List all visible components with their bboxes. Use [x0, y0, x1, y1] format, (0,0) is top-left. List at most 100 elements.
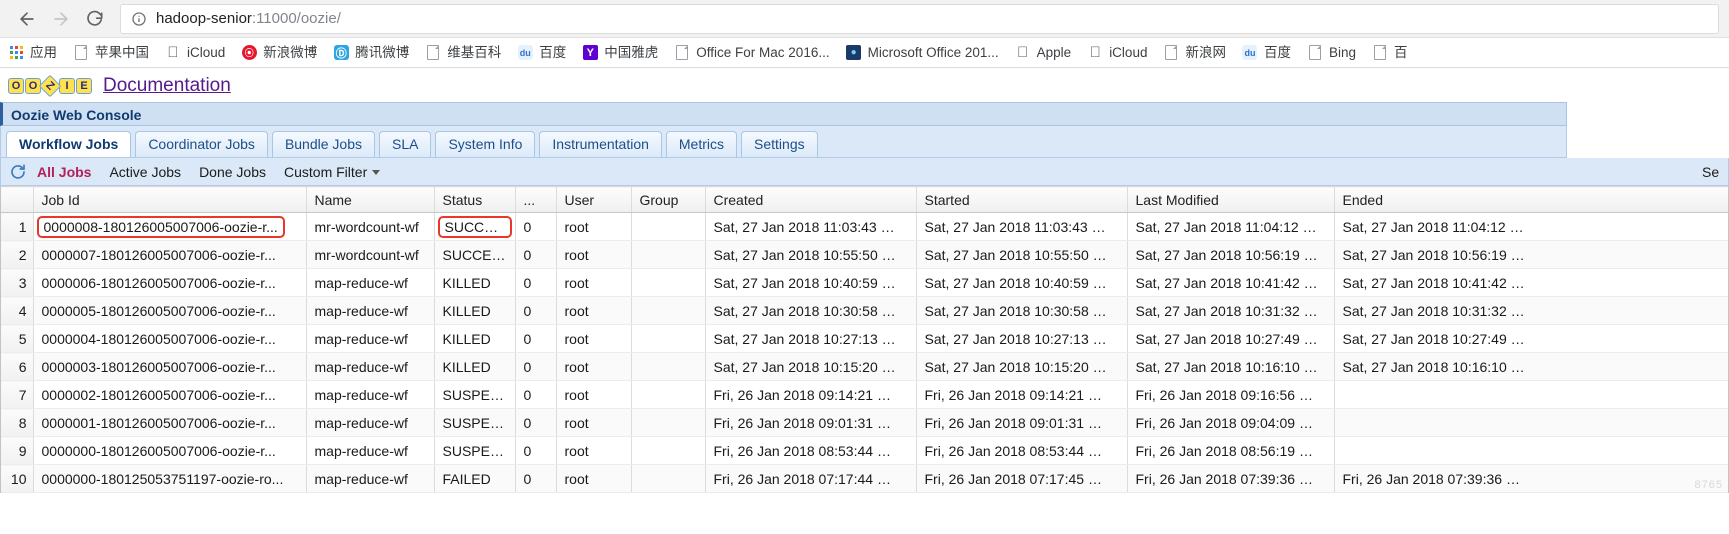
cell-ended[interactable]: Sat, 27 Jan 2018 10:27:49 …	[1334, 324, 1728, 353]
cell-created[interactable]: Sat, 27 Jan 2018 10:55:50 …	[705, 240, 917, 269]
col-header-started[interactable]: Started	[916, 186, 1128, 213]
tab-coordinator-jobs[interactable]: Coordinator Jobs	[135, 131, 268, 157]
cell-job-id[interactable]: 0000002-180126005007006-oozie-r...	[33, 380, 307, 409]
table-row[interactable]: 10 0000000-180125053751197-oozie-ro... map…	[1, 464, 1728, 493]
cell-group[interactable]	[631, 408, 706, 437]
cell-job-id[interactable]: 0000000-180125053751197-oozie-ro...	[33, 464, 307, 493]
cell-ended[interactable]: Sat, 27 Jan 2018 10:31:32 …	[1334, 296, 1728, 325]
cell-user[interactable]: root	[556, 268, 632, 297]
tab-settings[interactable]: Settings	[741, 131, 818, 157]
cell-group[interactable]	[631, 464, 706, 493]
cell-ended[interactable]: Sat, 27 Jan 2018 10:41:42 …	[1334, 268, 1728, 297]
cell-job-id[interactable]: 0000008-180126005007006-oozie-r...	[33, 212, 307, 241]
cell-created[interactable]: Sat, 27 Jan 2018 11:03:43 …	[705, 212, 917, 241]
cell-last-modified[interactable]: Fri, 26 Jan 2018 09:16:56 …	[1127, 380, 1335, 409]
documentation-link[interactable]: Documentation	[103, 75, 231, 97]
cell-user[interactable]: root	[556, 352, 632, 381]
col-header-group[interactable]: Group	[631, 186, 706, 213]
cell-last-modified[interactable]: Fri, 26 Jan 2018 08:56:19 …	[1127, 436, 1335, 465]
bookmark-apple-china[interactable]: 苹果中国	[73, 45, 149, 61]
filter-all-jobs[interactable]: All Jobs	[37, 164, 91, 180]
bookmark-bing[interactable]: Bing	[1307, 45, 1356, 61]
cell-last-modified[interactable]: Sat, 27 Jan 2018 11:04:12 …	[1127, 212, 1335, 241]
cell-group[interactable]	[631, 268, 706, 297]
cell-group[interactable]	[631, 324, 706, 353]
cell-user[interactable]: root	[556, 436, 632, 465]
cell-name[interactable]: map-reduce-wf	[306, 268, 435, 297]
bookmark-yahoo-china[interactable]: Y 中国雅虎	[582, 45, 658, 61]
cell-name[interactable]: mr-wordcount-wf	[306, 212, 435, 241]
tab-sla[interactable]: SLA	[379, 131, 432, 157]
cell-group[interactable]	[631, 380, 706, 409]
cell-created[interactable]: Sat, 27 Jan 2018 10:30:58 …	[705, 296, 917, 325]
cell-user[interactable]: root	[556, 240, 632, 269]
table-row[interactable]: 8 0000001-180126005007006-oozie-r... map-r…	[1, 408, 1728, 437]
cell-created[interactable]: Sat, 27 Jan 2018 10:27:13 …	[705, 324, 917, 353]
cell-created[interactable]: Fri, 26 Jan 2018 08:53:44 …	[705, 436, 917, 465]
cell-job-id[interactable]: 0000004-180126005007006-oozie-r...	[33, 324, 307, 353]
refresh-icon[interactable]	[9, 163, 27, 181]
cell-user[interactable]: root	[556, 324, 632, 353]
cell-status[interactable]: KILLED	[434, 268, 516, 297]
col-header-ended[interactable]: Ended	[1334, 186, 1728, 213]
cell-started[interactable]: Sat, 27 Jan 2018 11:03:43 …	[916, 212, 1128, 241]
filter-done-jobs[interactable]: Done Jobs	[199, 164, 266, 180]
cell-last-modified[interactable]: Sat, 27 Jan 2018 10:31:32 …	[1127, 296, 1335, 325]
col-header-last-modified[interactable]: Last Modified	[1127, 186, 1335, 213]
cell-created[interactable]: Fri, 26 Jan 2018 07:17:44 …	[705, 464, 917, 493]
cell-last-modified[interactable]: Fri, 26 Jan 2018 09:04:09 …	[1127, 408, 1335, 437]
cell-name[interactable]: map-reduce-wf	[306, 380, 435, 409]
cell-dots[interactable]: 0	[515, 464, 557, 493]
cell-group[interactable]	[631, 212, 706, 241]
cell-dots[interactable]: 0	[515, 296, 557, 325]
bookmark-wikipedia[interactable]: 维基百科	[425, 45, 501, 61]
bookmark-icloud-1[interactable]:  iCloud	[165, 45, 225, 61]
tab-instrumentation[interactable]: Instrumentation	[539, 131, 662, 157]
cell-dots[interactable]: 0	[515, 240, 557, 269]
cell-dots[interactable]: 0	[515, 324, 557, 353]
table-row[interactable]: 6 0000003-180126005007006-oozie-r... map-r…	[1, 352, 1728, 381]
cell-name[interactable]: map-reduce-wf	[306, 296, 435, 325]
filter-active-jobs[interactable]: Active Jobs	[109, 164, 181, 180]
cell-user[interactable]: root	[556, 464, 632, 493]
cell-user[interactable]: root	[556, 212, 632, 241]
cell-status[interactable]: SUCCE…	[434, 212, 516, 241]
cell-started[interactable]: Sat, 27 Jan 2018 10:30:58 …	[916, 296, 1128, 325]
cell-started[interactable]: Fri, 26 Jan 2018 08:53:44 …	[916, 436, 1128, 465]
tab-metrics[interactable]: Metrics	[665, 131, 738, 157]
tab-system-info[interactable]: System Info	[435, 131, 536, 157]
cell-name[interactable]: map-reduce-wf	[306, 408, 435, 437]
cell-user[interactable]: root	[556, 296, 632, 325]
cell-name[interactable]: mr-wordcount-wf	[306, 240, 435, 269]
cell-job-id[interactable]: 0000007-180126005007006-oozie-r...	[33, 240, 307, 269]
cell-status[interactable]: SUCCE…	[434, 240, 516, 269]
tab-workflow-jobs[interactable]: Workflow Jobs	[6, 131, 132, 157]
cell-job-id[interactable]: 0000005-180126005007006-oozie-r...	[33, 296, 307, 325]
bookmark-icloud-2[interactable]:  iCloud	[1087, 45, 1148, 61]
filter-custom-filter[interactable]: Custom Filter	[284, 164, 381, 180]
cell-ended[interactable]	[1334, 436, 1728, 465]
cell-started[interactable]: Fri, 26 Jan 2018 07:17:45 …	[916, 464, 1128, 493]
col-header-created[interactable]: Created	[705, 186, 917, 213]
cell-name[interactable]: map-reduce-wf	[306, 352, 435, 381]
bookmark-office-for-mac[interactable]: Office For Mac 2016...	[674, 45, 830, 61]
cell-name[interactable]: map-reduce-wf	[306, 324, 435, 353]
cell-ended[interactable]	[1334, 408, 1728, 437]
cell-ended[interactable]	[1334, 380, 1728, 409]
bookmark-microsoft-office[interactable]: ● Microsoft Office 201...	[846, 45, 999, 61]
cell-dots[interactable]: 0	[515, 408, 557, 437]
info-circle-icon[interactable]	[131, 11, 147, 27]
cell-status[interactable]: SUSPE…	[434, 380, 516, 409]
back-button[interactable]	[10, 2, 44, 36]
cell-ended[interactable]: Sat, 27 Jan 2018 10:16:10 …	[1334, 352, 1728, 381]
col-header-name[interactable]: Name	[306, 186, 435, 213]
cell-ended[interactable]: Sat, 27 Jan 2018 10:56:19 …	[1334, 240, 1728, 269]
bookmark-baidu-1[interactable]: du 百度	[517, 45, 566, 61]
bookmark-baidu-2[interactable]: du 百度	[1242, 45, 1291, 61]
cell-dots[interactable]: 0	[515, 212, 557, 241]
cell-last-modified[interactable]: Sat, 27 Jan 2018 10:16:10 …	[1127, 352, 1335, 381]
table-row[interactable]: 9 0000000-180126005007006-oozie-r... map-r…	[1, 436, 1728, 465]
cell-last-modified[interactable]: Sat, 27 Jan 2018 10:27:49 …	[1127, 324, 1335, 353]
tab-bundle-jobs[interactable]: Bundle Jobs	[271, 131, 375, 157]
cell-last-modified[interactable]: Fri, 26 Jan 2018 07:39:36 …	[1127, 464, 1335, 493]
